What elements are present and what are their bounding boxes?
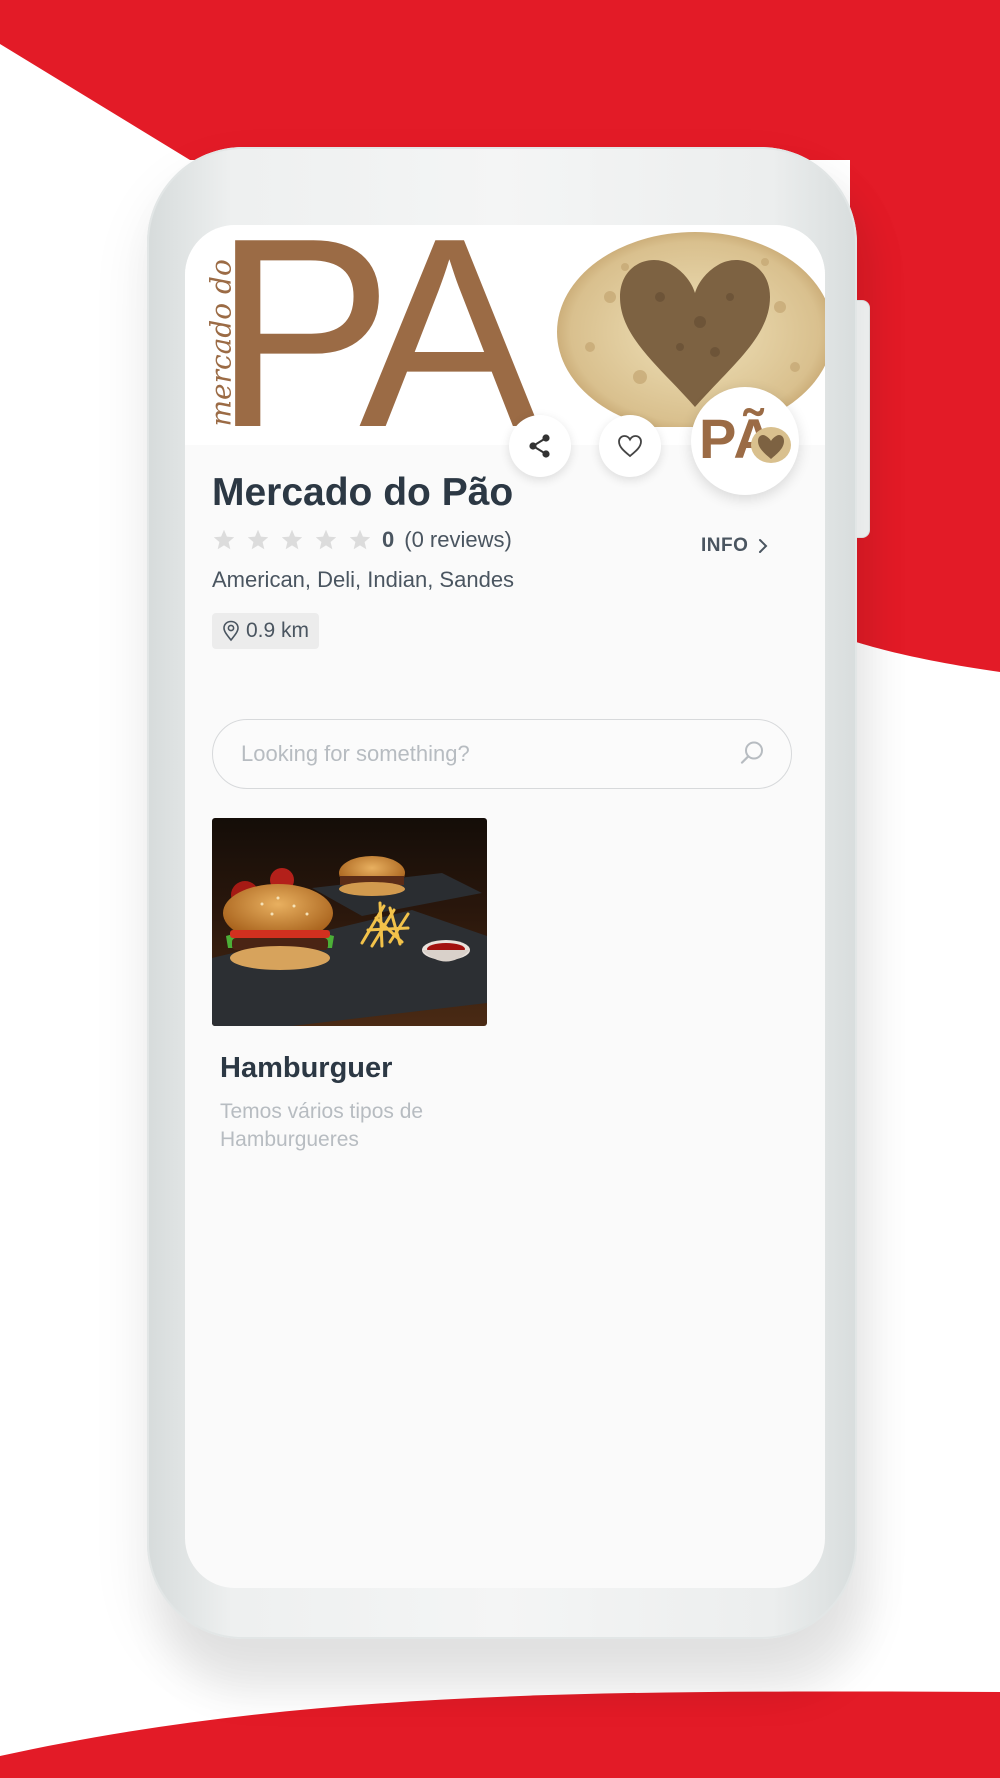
distance-badge: 0.9 km <box>212 613 320 649</box>
search-input[interactable] <box>239 720 733 788</box>
star-icon <box>315 529 337 550</box>
info-label: INFO <box>701 535 749 556</box>
distance-value: 0.9 km <box>246 619 310 642</box>
star-icon <box>247 529 269 550</box>
rating-value: 0 <box>382 527 395 552</box>
search-bar <box>212 719 792 789</box>
banner-title: PA <box>213 225 539 484</box>
cuisine-list: American, Deli, Indian, Sandes <box>212 567 515 592</box>
rating-row: 0 (0 reviews) <box>212 527 512 553</box>
logo-bread-heart <box>751 427 791 463</box>
chevron-left-icon[interactable] <box>213 229 233 249</box>
favorite-button[interactable] <box>599 415 661 477</box>
star-icon <box>349 529 371 550</box>
app-screen: PA mercado do PÃ Mercado do Pão 0 (0 rev… <box>185 225 825 1588</box>
store-name: Mercado do Pão <box>212 471 514 514</box>
category-image <box>212 818 487 1026</box>
reviews-count[interactable]: (0 reviews) <box>404 527 512 553</box>
share-button[interactable] <box>509 415 571 477</box>
banner-script: mercado do <box>204 259 238 427</box>
star-icon <box>213 529 235 550</box>
bread-heart-image <box>557 232 825 427</box>
location-pin-icon <box>223 620 239 642</box>
share-icon <box>529 434 550 458</box>
info-link[interactable]: INFO <box>701 535 768 557</box>
category-title: Hamburguer <box>220 1052 393 1084</box>
category-card-hamburguer[interactable]: Hamburguer Temos vários tipos de Hamburg… <box>212 818 487 1151</box>
heart-icon <box>618 435 642 458</box>
search-icon[interactable] <box>739 740 765 766</box>
category-description: Temos vários tipos de Hamburgueres <box>220 1100 424 1151</box>
chevron-right-icon <box>759 539 768 553</box>
star-rating <box>212 528 372 552</box>
store-logo: PÃ <box>691 387 799 495</box>
star-icon <box>281 529 303 550</box>
